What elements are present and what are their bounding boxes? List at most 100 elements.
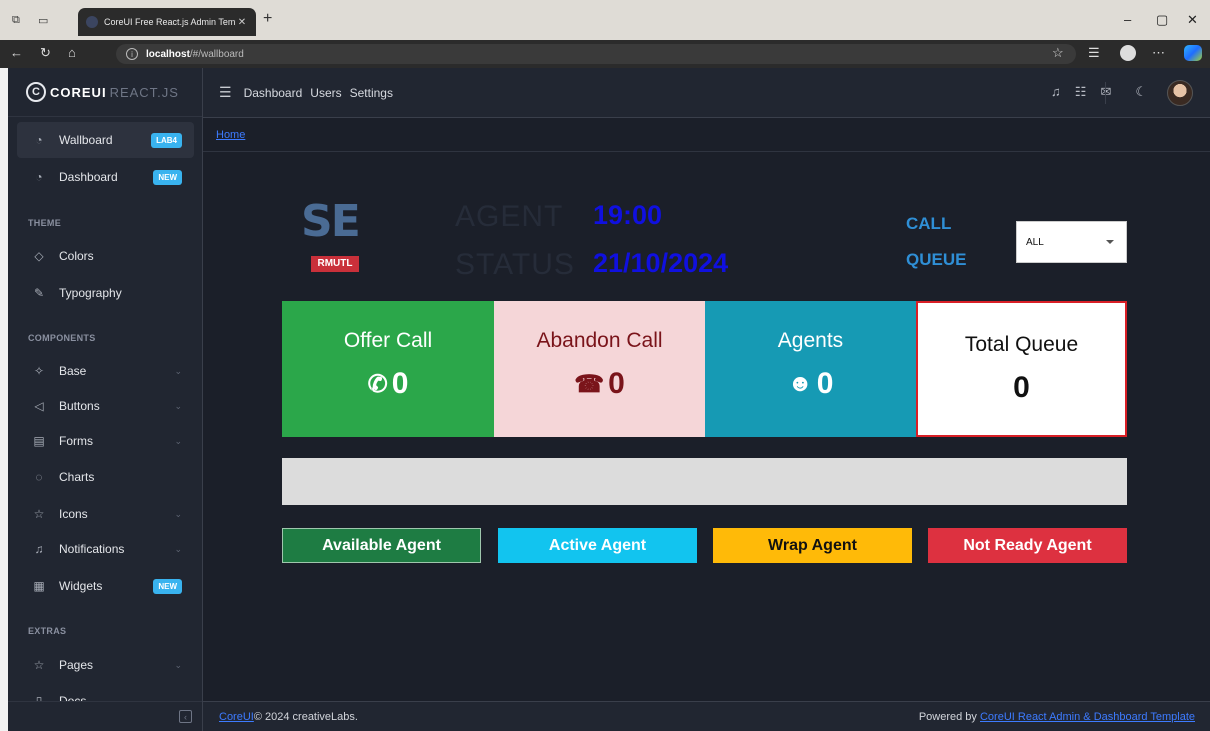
star-icon: ☆ xyxy=(33,658,45,672)
sidebar-item-widgets[interactable]: ▦ Widgets NEW xyxy=(17,568,194,604)
sidebar-item-base[interactable]: ✧ Base ⌄ xyxy=(17,353,194,389)
sidebar-toggle-icon[interactable]: ‹ xyxy=(179,710,192,723)
queue-select[interactable]: ALL xyxy=(1016,221,1127,263)
puzzle-icon: ✧ xyxy=(33,364,45,378)
chevron-down-icon: ⌄ xyxy=(174,659,182,670)
queue-label: QUEUE xyxy=(906,250,967,269)
sidebar-item-forms[interactable]: ▤ Forms ⌄ xyxy=(17,423,194,459)
section-extras: EXTRAS xyxy=(28,626,67,636)
sidebar-item-icons[interactable]: ☆ Icons ⌄ xyxy=(17,496,194,532)
footer-template-link[interactable]: CoreUI React Admin & Dashboard Template xyxy=(980,711,1195,723)
caret-down-icon xyxy=(1106,240,1114,244)
favorites-icon[interactable]: ☰ xyxy=(1088,45,1100,61)
sidebar-item-notifications[interactable]: ♫ Notifications ⌄ xyxy=(17,531,194,567)
badge-lab4: LAB4 xyxy=(151,132,182,148)
browser-tab[interactable]: CoreUI Free React.js Admin Temp ✕ xyxy=(78,8,256,36)
url-path: /#/wallboard xyxy=(189,48,244,60)
url-input[interactable]: i localhost/#/wallboard xyxy=(116,44,1076,64)
sidebar-item-label: Icons xyxy=(59,507,88,521)
agents-card: Agents ☻ 0 xyxy=(705,301,916,437)
workspaces-icon[interactable]: ⧉ xyxy=(12,14,20,27)
new-tab-icon[interactable]: + xyxy=(263,10,272,28)
offer-call-value: 0 xyxy=(391,367,409,400)
sidebar-item-pages[interactable]: ☆ Pages ⌄ xyxy=(17,647,194,683)
footer: CoreUI © 2024 creativeLabs. Powered by C… xyxy=(203,701,1210,731)
tab-actions-icon[interactable]: ▭ xyxy=(38,14,48,27)
sidebar-item-label: Wallboard xyxy=(59,133,113,147)
logo-sub: RMUTL xyxy=(311,256,359,272)
total-queue-title: Total Queue xyxy=(964,333,1079,356)
chevron-down-icon: ⌄ xyxy=(174,400,182,411)
phone-incoming-icon: ✆ xyxy=(367,370,388,398)
address-bar: ← ↻ ⌂ i localhost/#/wallboard ☆ ☰ ⋯ xyxy=(0,40,1210,68)
section-components: COMPONENTS xyxy=(28,333,96,343)
profile-icon[interactable] xyxy=(1120,45,1136,61)
footer-copyright: © 2024 creativeLabs. xyxy=(253,710,358,723)
legend-active-agent: Active Agent xyxy=(498,528,697,563)
sidebar-item-dashboard[interactable]: ◔ Dashboard NEW xyxy=(17,159,194,195)
breadcrumb-home-link[interactable]: Home xyxy=(216,129,245,141)
chart-pie-icon: ◌ xyxy=(35,470,43,484)
close-window-icon[interactable]: ✕ xyxy=(1187,12,1198,28)
main-content: ☰ Dashboard Users Settings ♫ ☷ ✉ ☾ Home … xyxy=(202,68,1210,731)
chevron-down-icon: ⌄ xyxy=(174,435,182,446)
home-icon[interactable]: ⌂ xyxy=(68,45,76,60)
total-queue-card: Total Queue 0 xyxy=(916,301,1127,437)
minimize-icon[interactable]: – xyxy=(1124,12,1131,27)
agents-title: Agents xyxy=(777,329,844,352)
queue-select-value: ALL xyxy=(1026,236,1044,248)
list-icon[interactable]: ☷ xyxy=(1075,84,1087,100)
badge-new: NEW xyxy=(153,578,182,594)
moon-icon[interactable]: ☾ xyxy=(1135,84,1147,100)
sidebar-item-charts[interactable]: ◌ Charts xyxy=(17,459,194,495)
brand-sub: REACT.JS xyxy=(109,84,179,100)
browser-titlebar: ⧉ ▭ CoreUI Free React.js Admin Temp ✕ + … xyxy=(0,0,1210,40)
maximize-icon[interactable]: ▢ xyxy=(1156,12,1168,28)
footer-coreui-link[interactable]: CoreUI xyxy=(219,711,254,723)
site-info-icon[interactable]: i xyxy=(126,48,138,60)
abandon-call-value-row: ☎ 0 xyxy=(574,367,625,401)
favorite-star-icon[interactable]: ☆ xyxy=(1052,45,1064,61)
favicon-icon xyxy=(86,16,98,28)
header-divider xyxy=(1105,82,1106,104)
sidebar-item-label: Forms xyxy=(59,434,93,448)
logo-text: SE xyxy=(301,196,361,247)
sidebar: C COREUI REACT.JS ◔ Wallboard LAB4 ◔ Das… xyxy=(8,68,202,731)
back-icon[interactable]: ← xyxy=(10,45,23,60)
header-nav-dashboard[interactable]: Dashboard xyxy=(244,86,303,100)
sidebar-item-label: Notifications xyxy=(59,542,125,556)
speedometer-icon: ◔ xyxy=(35,170,43,184)
bell-icon[interactable]: ♫ xyxy=(1051,84,1061,100)
sidebar-item-buttons[interactable]: ◁ Buttons ⌄ xyxy=(17,388,194,424)
chevron-down-icon: ⌄ xyxy=(174,365,182,376)
header: ☰ Dashboard Users Settings ♫ ☷ ✉ ☾ xyxy=(203,68,1210,118)
sidebar-item-typography[interactable]: ✎ Typography xyxy=(17,275,194,311)
agents-value: 0 xyxy=(816,367,834,400)
close-tab-icon[interactable]: ✕ xyxy=(236,17,248,28)
header-nav-users[interactable]: Users xyxy=(310,86,341,100)
hamburger-menu-icon[interactable]: ☰ xyxy=(219,84,232,101)
offer-call-value-row: ✆ 0 xyxy=(368,367,409,401)
calculator-icon: ▦ xyxy=(33,579,45,593)
sidebar-item-colors[interactable]: ◇ Colors xyxy=(17,238,194,274)
offer-call-card: Offer Call ✆ 0 xyxy=(282,301,494,437)
copilot-icon[interactable] xyxy=(1184,45,1202,61)
sidebar-item-label: Pages xyxy=(59,658,94,672)
refresh-icon[interactable]: ↻ xyxy=(40,45,51,61)
bell-icon: ♫ xyxy=(34,542,44,556)
footer-powered-by: Powered by CoreUI React Admin & Dashboar… xyxy=(919,711,1195,723)
url-host: localhost xyxy=(146,48,190,60)
current-date: 21/10/2024 xyxy=(593,248,729,278)
sidebar-item-label: Colors xyxy=(59,249,94,263)
sidebar-item-wallboard[interactable]: ◔ Wallboard LAB4 xyxy=(17,122,194,158)
legend-wrap-agent: Wrap Agent xyxy=(713,528,912,563)
avatar[interactable] xyxy=(1167,80,1193,106)
legend-available-agent: Available Agent xyxy=(282,528,481,563)
more-menu-icon[interactable]: ⋯ xyxy=(1152,45,1165,61)
footer-powered-text: Powered by xyxy=(918,710,980,723)
sidebar-item-label: Buttons xyxy=(59,399,100,413)
agent-label: AGENT xyxy=(455,200,564,233)
sidebar-item-label: Typography xyxy=(59,286,122,300)
brand[interactable]: C COREUI REACT.JS xyxy=(8,68,202,117)
header-nav-settings[interactable]: Settings xyxy=(350,86,393,100)
